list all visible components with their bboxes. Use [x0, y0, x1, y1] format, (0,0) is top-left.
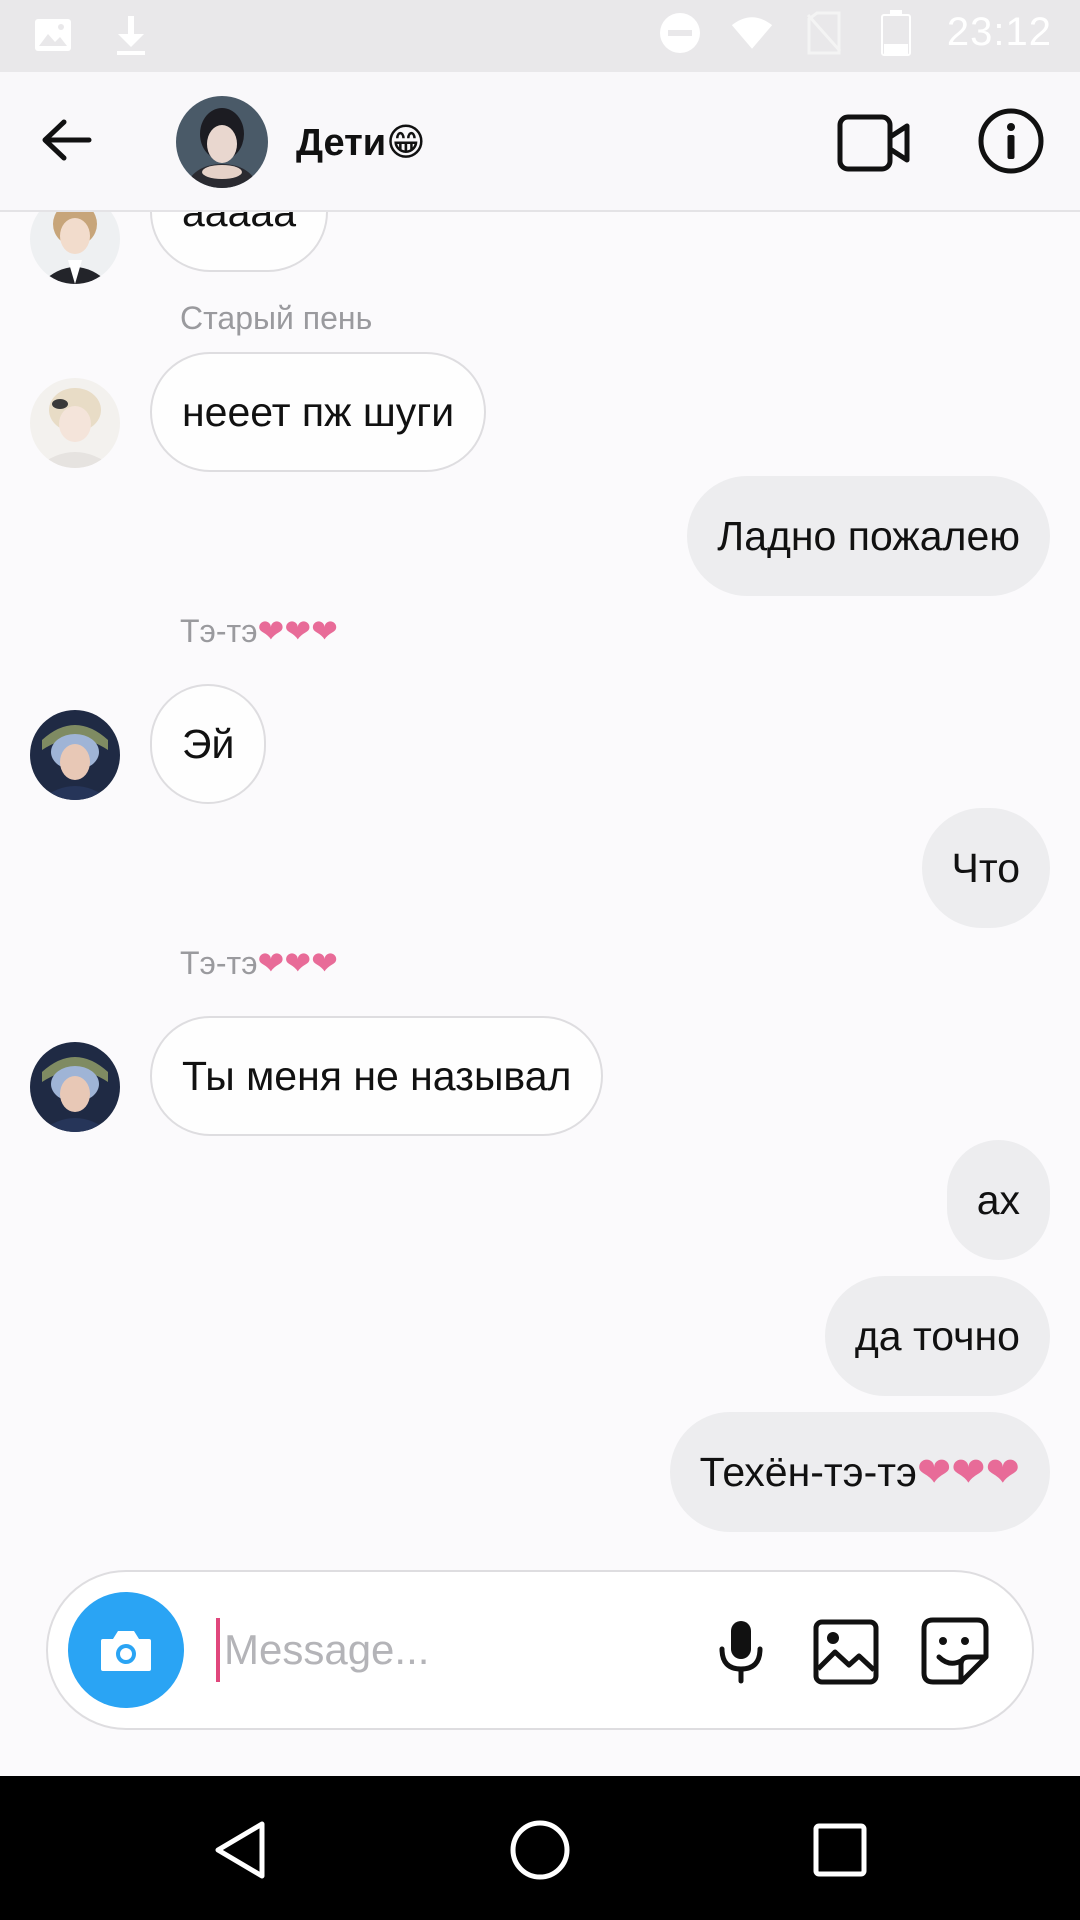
message-bubble[interactable]: Ты меня не называл — [150, 1016, 604, 1136]
chat-header: Дети😁 — [0, 72, 1080, 212]
no-sim-icon — [803, 11, 845, 54]
avatar[interactable] — [30, 1042, 120, 1132]
download-icon — [110, 14, 152, 56]
message-row: Что — [0, 808, 1080, 928]
navigation-bar — [0, 1776, 1080, 1920]
image-icon — [813, 1619, 879, 1685]
message-composer — [46, 1570, 1034, 1730]
info-button[interactable] — [976, 106, 1046, 176]
triangle-back-icon — [215, 1821, 265, 1879]
message-input[interactable] — [216, 1618, 656, 1682]
message-bubble[interactable]: Техён-тэ-тэ ❤❤❤ — [669, 1412, 1050, 1532]
message-row: да точно — [0, 1276, 1080, 1396]
sticker-icon — [921, 1617, 989, 1685]
group-avatar[interactable] — [176, 96, 268, 188]
message-row: ах — [0, 1140, 1080, 1260]
nav-home-button[interactable] — [502, 1812, 578, 1888]
microphone-icon — [719, 1621, 763, 1684]
message-row: Старый пень нееет пж шуги — [0, 272, 1080, 472]
microphone-button[interactable] — [706, 1616, 776, 1688]
camera-button[interactable] — [68, 1592, 184, 1708]
clock: 23:12 — [946, 10, 1052, 54]
gallery-icon — [32, 14, 74, 56]
avatar[interactable] — [30, 710, 120, 800]
message-bubble[interactable]: да точно — [824, 1276, 1050, 1396]
camera-icon — [101, 1631, 151, 1671]
gallery-button[interactable] — [810, 1616, 882, 1688]
nav-recents-button[interactable] — [802, 1812, 878, 1888]
message-bubble[interactable]: нееет пж шуги — [150, 352, 487, 472]
info-icon — [978, 108, 1044, 174]
message-list[interactable]: ааааа Старый пень нееет пж шуги Ладно по… — [0, 212, 1080, 1552]
message-bubble[interactable]: ах — [946, 1140, 1050, 1260]
sticker-button[interactable] — [918, 1614, 992, 1688]
avatar[interactable] — [30, 378, 120, 468]
back-arrow-icon — [42, 119, 92, 161]
message-bubble[interactable]: Ладно пожалею — [687, 476, 1050, 596]
back-button[interactable] — [34, 108, 98, 172]
video-call-button[interactable] — [836, 112, 912, 174]
do-not-disturb-icon — [659, 12, 701, 54]
message-bubble[interactable]: ааааа — [150, 212, 329, 272]
message-bubble[interactable]: Эй — [150, 684, 267, 804]
heart-icon: ❤❤❤ — [257, 945, 338, 981]
battery-icon — [875, 9, 917, 56]
sender-name: Тэ-тэ❤❤❤ — [180, 945, 338, 981]
wifi-icon — [731, 12, 773, 54]
nav-back-button[interactable] — [202, 1812, 278, 1888]
message-row: Ладно пожалею — [0, 476, 1080, 596]
heart-icon: ❤❤❤ — [257, 613, 338, 649]
message-row: Техён-тэ-тэ ❤❤❤ — [0, 1412, 1080, 1532]
recents-square-icon — [813, 1823, 867, 1877]
chat-title[interactable]: Дети😁 — [296, 120, 426, 165]
sender-name: Тэ-тэ❤❤❤ — [180, 613, 338, 649]
video-camera-icon — [837, 114, 910, 172]
heart-icon: ❤❤❤ — [916, 1449, 1020, 1495]
sender-name: Старый пень — [180, 300, 373, 336]
status-bar: 23:12 — [0, 0, 1080, 72]
home-circle-icon — [510, 1820, 570, 1880]
message-bubble[interactable]: Что — [921, 808, 1050, 928]
